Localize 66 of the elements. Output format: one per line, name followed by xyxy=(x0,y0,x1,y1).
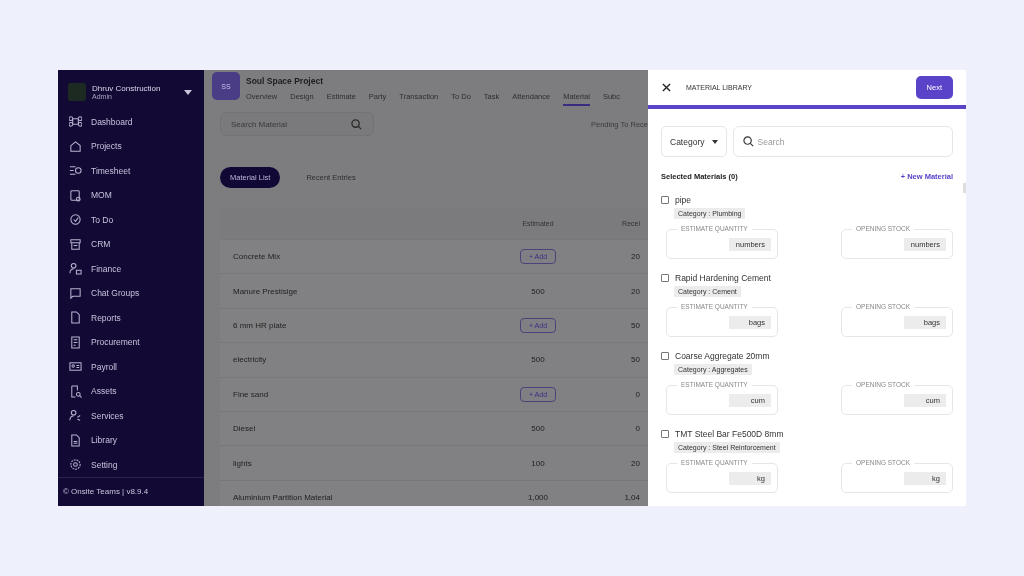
settings-icon xyxy=(69,458,82,472)
sidebar-item[interactable]: CRM xyxy=(58,232,204,257)
document-icon xyxy=(69,433,82,447)
table-cell-text: Diesel xyxy=(232,424,257,434)
material-name: Rapid Hardening Cement xyxy=(675,273,771,283)
material-name: pipe xyxy=(675,195,692,205)
table-cell-text: 20 xyxy=(630,252,641,262)
sidebar-item[interactable]: Procurement xyxy=(58,330,204,355)
clipboard-icon xyxy=(69,335,82,349)
table-cell-text: 20 xyxy=(630,286,641,296)
table-cell-text: 1,04 xyxy=(623,492,641,502)
company-name: Dhruv Construction xyxy=(92,83,162,93)
category-dropdown[interactable]: Category xyxy=(661,126,727,157)
calendar-icon xyxy=(69,188,82,202)
file-icon xyxy=(69,311,82,325)
table-cell-text: Aluminium Partition Material xyxy=(232,492,334,502)
check-circle-icon xyxy=(69,213,82,227)
checkbox[interactable] xyxy=(661,196,669,204)
sidebar-item[interactable]: MOM xyxy=(58,183,204,208)
table-cell-text: 50 xyxy=(630,320,641,330)
sidebar-item[interactable]: Assets xyxy=(58,379,204,404)
table-cell-text: lights xyxy=(232,458,253,468)
table-cell: 500 xyxy=(531,286,545,296)
table-cell-text: 20 xyxy=(630,458,641,468)
sidebar-item[interactable]: Timesheet xyxy=(58,158,204,183)
sidebar-item[interactable]: Finance xyxy=(58,256,204,281)
chat-icon xyxy=(69,286,82,300)
checkbox[interactable] xyxy=(661,430,669,438)
command-icon xyxy=(69,115,82,129)
table-cell-text: Fine sand xyxy=(232,389,270,399)
table-cell-text: electricity xyxy=(232,355,268,365)
material-name: Coarse Aggregate 20mm xyxy=(675,351,770,361)
clock-list-icon xyxy=(69,164,82,178)
sidebar-item[interactable]: Setting xyxy=(58,452,204,477)
material-name: TMT Steel Bar Fe500D 8mm xyxy=(675,429,784,439)
caret-icon xyxy=(711,139,718,144)
table-cell: 500 xyxy=(531,355,545,365)
table-cell: 100 xyxy=(531,458,545,468)
table-cell-text: 6 mm HR plate xyxy=(232,320,288,330)
project-name: Soul Space Project xyxy=(246,75,324,86)
close-icon[interactable] xyxy=(662,83,671,92)
home-icon xyxy=(69,139,82,153)
caret-icon[interactable] xyxy=(184,89,192,95)
checkbox[interactable] xyxy=(661,352,669,360)
sidebar-item[interactable]: Services xyxy=(58,403,204,428)
search-document-icon xyxy=(69,384,82,398)
sidebar-item[interactable]: Library xyxy=(58,428,204,453)
sidebar-item[interactable]: Payroll xyxy=(58,354,204,379)
table-cell-text: 0 xyxy=(634,389,641,399)
sidebar-item[interactable]: To Do xyxy=(58,207,204,232)
archive-icon xyxy=(69,237,82,251)
table-cell-text: Manure Prestisige xyxy=(232,286,299,296)
users-icon xyxy=(69,262,82,276)
search-icon xyxy=(351,118,362,130)
company-logo xyxy=(68,83,86,102)
table-cell-text: 50 xyxy=(630,355,641,365)
table-cell: 1,000 xyxy=(528,492,548,502)
sidebar-item[interactable]: Projects xyxy=(58,134,204,159)
table-cell-text: Concrete Mix xyxy=(232,252,282,262)
table-cell: 500 xyxy=(531,424,545,434)
sidebar-item[interactable]: Chat Groups xyxy=(58,281,204,306)
sidebar-item[interactable]: Reports xyxy=(58,305,204,330)
table-cell-text: 0 xyxy=(634,424,641,434)
checkbox[interactable] xyxy=(661,274,669,282)
sidebar-item[interactable]: Dashboard xyxy=(58,109,204,134)
id-card-icon xyxy=(69,360,82,374)
